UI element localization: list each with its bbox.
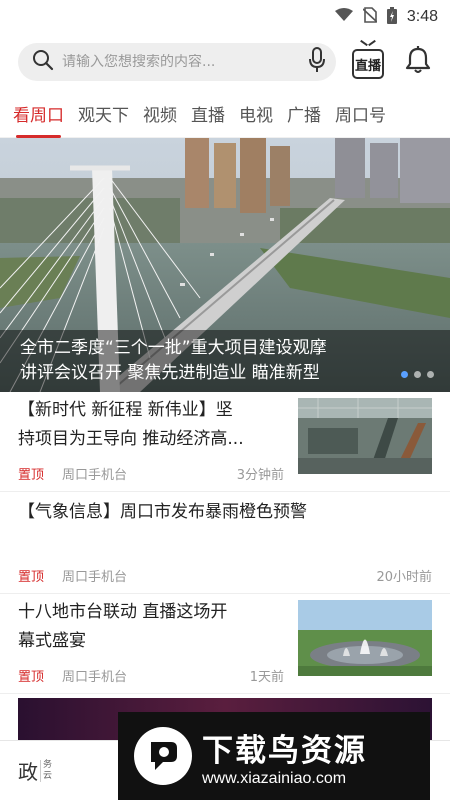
search-box[interactable] bbox=[18, 43, 336, 81]
tv-icon: 直播 bbox=[352, 49, 384, 79]
nav-sub-top: 务 bbox=[42, 759, 52, 770]
clock: 3:48 bbox=[406, 8, 438, 25]
tab-live[interactable]: 直播 bbox=[184, 90, 232, 138]
tab-zhoukou-hao[interactable]: 周口号 bbox=[328, 90, 393, 138]
news-title-line: 持项目为王导向 推动经济高... bbox=[18, 429, 244, 449]
news-meta: 置顶 周口手机台 bbox=[18, 464, 127, 483]
nav-zhengwuyun[interactable]: 政 务 云 bbox=[0, 756, 70, 785]
live-tv-button[interactable]: 直播 bbox=[350, 44, 386, 80]
watermark-logo-icon bbox=[134, 727, 192, 785]
bell-icon bbox=[405, 46, 431, 78]
wifi-icon bbox=[334, 8, 353, 26]
tab-video[interactable]: 视频 bbox=[136, 90, 184, 138]
nav-sub-bottom: 云 bbox=[42, 770, 52, 781]
news-item[interactable]: 十八地市台联动 直播这场开 幕式盛宴 置顶 周口手机台 1天前 bbox=[0, 594, 450, 694]
news-time: 3分钟前 bbox=[236, 468, 284, 483]
news-title-line: 十八地市台联动 直播这场开 bbox=[18, 602, 228, 622]
news-title-line: 【新时代 新征程 新伟业】坚 bbox=[18, 400, 233, 420]
nav-zhengwuyun-sub: 务 云 bbox=[39, 759, 52, 782]
news-source: 周口手机台 bbox=[62, 570, 128, 585]
no-sim-icon bbox=[362, 7, 378, 27]
watermark-url: www.xiazainiao.com bbox=[202, 769, 347, 787]
tab-guan-tianxia[interactable]: 观天下 bbox=[71, 90, 136, 138]
live-tv-label: 直播 bbox=[354, 58, 381, 74]
news-source: 周口手机台 bbox=[62, 468, 128, 483]
tab-radio[interactable]: 广播 bbox=[280, 90, 328, 138]
carousel-dot[interactable] bbox=[414, 371, 421, 378]
banner-caption[interactable]: 全市二季度“三个一批”重大项目建设观摩 讲评会议召开 聚焦先进制造业 瞄准新型 bbox=[0, 330, 450, 392]
search-icon bbox=[32, 49, 54, 75]
news-time: 1天前 bbox=[249, 670, 284, 685]
search-input[interactable] bbox=[62, 54, 300, 70]
news-item[interactable]: 【气象信息】周口市发布暴雨橙色预警 置顶 周口手机台 20小时前 bbox=[0, 492, 450, 594]
carousel-dot[interactable] bbox=[401, 371, 408, 378]
tab-tv[interactable]: 电视 bbox=[232, 90, 280, 138]
news-title-line: 幕式盛宴 bbox=[18, 631, 86, 651]
pinned-tag: 置顶 bbox=[18, 670, 45, 685]
notification-button[interactable] bbox=[400, 44, 436, 80]
search-row: 直播 bbox=[0, 34, 450, 90]
pinned-tag: 置顶 bbox=[18, 570, 45, 585]
status-bar: 3:48 bbox=[0, 0, 450, 34]
pinned-tag: 置顶 bbox=[18, 468, 45, 483]
news-source: 周口手机台 bbox=[62, 670, 128, 685]
news-time: 20小时前 bbox=[376, 570, 432, 585]
news-title-line: 【气象信息】周口市发布暴雨橙色预警 bbox=[18, 502, 307, 522]
tab-kan-zhoukou[interactable]: 看周口 bbox=[6, 90, 71, 138]
watermark-title: 下载鸟资源 bbox=[202, 732, 367, 769]
carousel-indicator bbox=[401, 371, 434, 378]
microphone-icon[interactable] bbox=[308, 47, 326, 77]
watermark-text: 下载鸟资源 www.xiazainiao.com bbox=[202, 725, 367, 788]
channel-tabs: 看周口 观天下 视频 直播 电视 广播 周口号 bbox=[0, 90, 450, 138]
battery-charging-icon bbox=[386, 6, 397, 28]
banner-caption-line2: 讲评会议召开 聚焦先进制造业 瞄准新型 bbox=[20, 363, 320, 383]
news-thumbnail bbox=[298, 398, 432, 474]
carousel-dot[interactable] bbox=[427, 371, 434, 378]
news-thumbnail bbox=[298, 600, 432, 676]
news-item[interactable]: 【新时代 新征程 新伟业】坚 持项目为王导向 推动经济高... 置顶 周口手机台… bbox=[0, 392, 450, 492]
news-meta: 置顶 周口手机台 bbox=[18, 666, 127, 685]
watermark: 下载鸟资源 www.xiazainiao.com bbox=[118, 712, 430, 800]
news-meta: 置顶 周口手机台 bbox=[18, 566, 127, 585]
nav-zhengwuyun-glyph: 政 bbox=[17, 760, 38, 784]
banner-carousel[interactable]: 全市二季度“三个一批”重大项目建设观摩 讲评会议召开 聚焦先进制造业 瞄准新型 bbox=[0, 138, 450, 392]
banner-caption-line1: 全市二季度“三个一批”重大项目建设观摩 bbox=[20, 338, 327, 358]
